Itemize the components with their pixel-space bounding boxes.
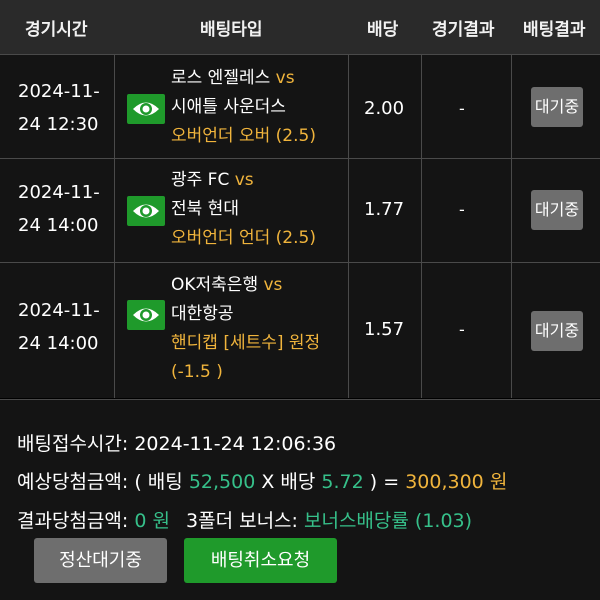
- game-clock: 24 14:00: [18, 215, 99, 236]
- game-result: -: [459, 320, 465, 339]
- game-result: -: [459, 200, 465, 219]
- table-row: 2024-11- 24 14:00 OK저축은행 vs 대한항공 핸디캡 [세트…: [0, 262, 600, 398]
- game-date: 2024-11-: [18, 300, 100, 321]
- settle-wait-button[interactable]: 정산대기중: [34, 538, 167, 583]
- game-info: 광주 FC vs 전북 현대 오버언더 언더 (2.5): [171, 166, 316, 253]
- game-time: 2024-11- 24 12:30: [18, 75, 113, 141]
- receipt-label: 배팅접수시간:: [17, 433, 129, 455]
- bet-pick: 오버언더 오버 (2.5): [171, 126, 316, 146]
- table-row: 2024-11- 24 12:30 로스 엔젤레스 vs 시애틀 사운더스 오버…: [0, 54, 600, 159]
- result-win-line: 결과당첨금액: 0 원 3폴더 보너스: 보너스배당률 (1.03): [17, 506, 472, 533]
- game-clock: 24 14:00: [18, 333, 99, 354]
- game-result: -: [459, 99, 465, 118]
- bonus-value: 보너스배당률 (1.03): [303, 510, 473, 532]
- expected-open: ( 배팅: [134, 471, 183, 493]
- away-team: 대한항공: [171, 304, 234, 324]
- cancel-bet-button[interactable]: 배팅취소요청: [184, 538, 337, 583]
- bet-pick-handicap: (-1.5 ): [171, 362, 223, 382]
- bonus-label: 3폴더 보너스:: [186, 510, 298, 532]
- eye-icon[interactable]: [127, 300, 165, 330]
- game-time: 2024-11- 24 14:00: [18, 294, 113, 360]
- bet-pick: 핸디캡 [세트수] 원정: [171, 333, 321, 353]
- game-time: 2024-11- 24 14:00: [18, 176, 113, 242]
- home-team: OK저축은행: [171, 275, 259, 295]
- eye-icon[interactable]: [127, 196, 165, 226]
- header-game-time: 경기시간: [25, 20, 88, 40]
- game-clock: 24 12:30: [18, 114, 99, 135]
- game-info: 로스 엔젤레스 vs 시애틀 사운더스 오버언더 오버 (2.5): [171, 64, 316, 151]
- home-team: 로스 엔젤레스: [171, 68, 271, 88]
- away-team: 시애틀 사운더스: [171, 97, 286, 117]
- expected-amount: 300,300 원: [405, 471, 508, 493]
- home-team: 광주 FC: [171, 170, 230, 190]
- header-game-result: 경기결과: [432, 20, 495, 40]
- vs-label: vs: [275, 68, 295, 88]
- header-bet-type: 배팅타입: [200, 20, 263, 40]
- expected-win-line: 예상당첨금액: ( 배팅 52,500 X 배당 5.72 ) = 300,30…: [17, 467, 507, 494]
- bet-pick: 오버언더 언더 (2.5): [171, 228, 316, 248]
- status-badge: 대기중: [531, 87, 583, 127]
- status-badge: 대기중: [531, 311, 583, 351]
- eye-icon[interactable]: [127, 94, 165, 124]
- table-header: 경기시간 배팅타입 배당 경기결과 배팅결과: [0, 0, 600, 54]
- result-label: 결과당첨금액:: [17, 510, 129, 532]
- multiply-label: X 배당: [261, 471, 316, 493]
- equals-label: ) =: [369, 471, 400, 493]
- game-date: 2024-11-: [18, 182, 100, 203]
- game-date: 2024-11-: [18, 81, 100, 102]
- expected-label: 예상당첨금액:: [17, 471, 129, 493]
- odds-value: 2.00: [364, 98, 405, 119]
- total-odds: 5.72: [321, 471, 364, 493]
- away-team: 전북 현대: [171, 199, 239, 219]
- header-odds: 배당: [367, 20, 399, 40]
- bet-amount: 52,500: [188, 471, 256, 493]
- vs-label: vs: [234, 170, 254, 190]
- header-bet-result: 배팅결과: [523, 20, 586, 40]
- status-badge: 대기중: [531, 190, 583, 230]
- receipt-time-line: 배팅접수시간: 2024-11-24 12:06:36: [17, 429, 336, 456]
- result-amount: 0 원: [134, 510, 170, 532]
- game-info: OK저축은행 vs 대한항공 핸디캡 [세트수] 원정 (-1.5 ): [171, 271, 320, 387]
- odds-value: 1.77: [364, 199, 405, 220]
- odds-value: 1.57: [364, 319, 405, 340]
- receipt-time: 2024-11-24 12:06:36: [134, 433, 337, 455]
- vs-label: vs: [263, 275, 283, 295]
- table-row: 2024-11- 24 14:00 광주 FC vs 전북 현대 오버언더 언더…: [0, 158, 600, 263]
